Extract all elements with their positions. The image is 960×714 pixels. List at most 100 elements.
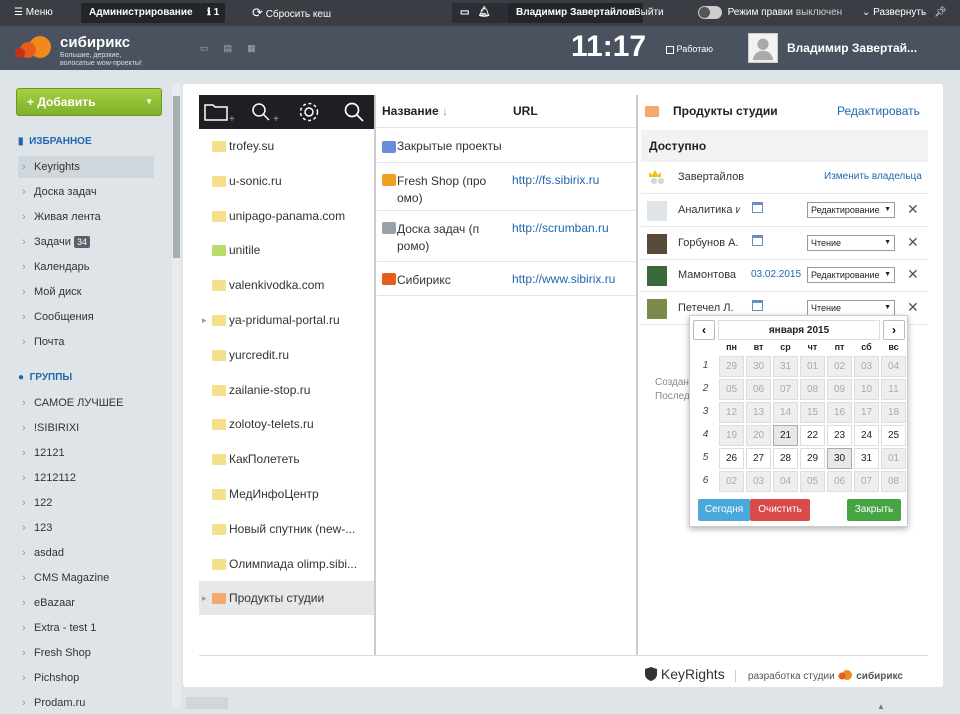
- sidebar-item[interactable]: Задачи34: [18, 231, 154, 253]
- next-month-button[interactable]: ›: [883, 320, 905, 340]
- file-name[interactable]: Сибирикс: [397, 272, 507, 289]
- day-cell[interactable]: 11: [881, 379, 906, 400]
- keyboard-icon[interactable]: ▦: [247, 43, 256, 53]
- day-cell[interactable]: 10: [854, 379, 879, 400]
- sidebar-group-item[interactable]: asdad: [18, 542, 154, 564]
- permission-select[interactable]: Редактирование: [807, 202, 895, 218]
- day-cell[interactable]: 08: [881, 471, 906, 492]
- folder-item[interactable]: ▸ Продукты студии: [199, 581, 374, 616]
- folder-item[interactable]: КакПолететь: [199, 442, 374, 476]
- folder-item[interactable]: valenkivodka.com: [199, 268, 374, 302]
- user-name[interactable]: Мамонтова Е: [678, 269, 740, 281]
- gear-icon[interactable]: [297, 100, 321, 124]
- folder-item[interactable]: zolotoy-telets.ru: [199, 407, 374, 441]
- sidebar-group-item[interactable]: Extra - test 1: [18, 617, 154, 639]
- day-cell[interactable]: 16: [827, 402, 852, 423]
- calendar-icon[interactable]: [752, 202, 763, 213]
- sidebar-group-item[interactable]: 122: [18, 492, 154, 514]
- scrollbar-thumb[interactable]: [173, 96, 180, 258]
- day-cell[interactable]: 31: [854, 448, 879, 469]
- scrollbar[interactable]: [172, 84, 181, 709]
- day-cell[interactable]: 29: [800, 448, 825, 469]
- book-icon[interactable]: ▤: [224, 43, 233, 53]
- day-cell[interactable]: 12: [719, 402, 744, 423]
- sidebar-group-item[interactable]: 1212112: [18, 467, 154, 489]
- calendar-icon[interactable]: [752, 234, 763, 246]
- expand-arrow-icon[interactable]: ▸: [202, 303, 207, 337]
- day-cell[interactable]: 07: [773, 379, 798, 400]
- file-row[interactable]: Закрытые проекты: [377, 128, 636, 163]
- sidebar-group-item[interactable]: eBazaar: [18, 592, 154, 614]
- folder-item[interactable]: МедИнфоЦентр: [199, 477, 374, 511]
- file-row[interactable]: Fresh Shop (про омо) http://fs.sibirix.ru: [377, 163, 636, 211]
- add-search-icon[interactable]: +: [249, 100, 283, 124]
- notifications-button[interactable]: ℹ 1: [201, 3, 226, 23]
- search-icon[interactable]: [342, 100, 366, 124]
- day-cell[interactable]: 31: [773, 356, 798, 377]
- folder-item[interactable]: unitile: [199, 233, 374, 267]
- day-cell[interactable]: 05: [719, 379, 744, 400]
- clear-cache-button[interactable]: ⟳ Сбросить кеш: [252, 0, 331, 26]
- sidebar-item[interactable]: Календарь: [18, 256, 154, 278]
- day-cell[interactable]: 13: [746, 402, 771, 423]
- edit-mode-toggle[interactable]: Режим правки выключен: [698, 0, 842, 26]
- file-row[interactable]: Доска задач (п ромо) http://scrumban.ru: [377, 211, 636, 262]
- day-cell[interactable]: 14: [773, 402, 798, 423]
- sidebar-item[interactable]: Сообщения: [18, 306, 154, 328]
- sidebar-group-item[interactable]: Pichshop: [18, 667, 154, 689]
- user-name[interactable]: Горбунов А.: [678, 237, 740, 249]
- close-icon[interactable]: ✕: [907, 201, 919, 218]
- user-name[interactable]: Петечел Л.: [678, 302, 740, 314]
- user-name[interactable]: Аналитика и: [678, 204, 740, 216]
- sidebar-group-item[interactable]: CMS Magazine: [18, 567, 154, 589]
- prev-month-button[interactable]: ‹: [693, 320, 715, 340]
- sidebar-group-item[interactable]: 12121: [18, 442, 154, 464]
- expand-button[interactable]: ⌄ Развернуть: [862, 0, 926, 26]
- sort-icon[interactable]: ↓: [442, 104, 448, 118]
- folder-item[interactable]: yurcredit.ru: [199, 338, 374, 372]
- day-cell[interactable]: 26: [719, 448, 744, 469]
- day-cell[interactable]: 30: [827, 448, 852, 469]
- day-cell[interactable]: 21: [773, 425, 798, 446]
- sidebar-group-item[interactable]: 123: [18, 517, 154, 539]
- work-status[interactable]: Работаю: [666, 44, 713, 54]
- close-icon[interactable]: ✕: [907, 299, 919, 316]
- col-url-header[interactable]: URL: [513, 104, 538, 118]
- user-button[interactable]: Владимир Завертайлов: [508, 3, 643, 23]
- file-url[interactable]: http://www.sibirix.ru: [512, 272, 615, 286]
- day-cell[interactable]: 15: [800, 402, 825, 423]
- calendar-icon[interactable]: [752, 299, 763, 311]
- chevron-down-icon[interactable]: ▼: [145, 89, 153, 115]
- day-cell[interactable]: 02: [719, 471, 744, 492]
- clear-button[interactable]: Очистить: [750, 499, 810, 521]
- folder-item[interactable]: Олимпиада olimp.sibi...: [199, 547, 374, 581]
- pin-icon[interactable]: 📌︎: [934, 0, 947, 26]
- day-cell[interactable]: 27: [746, 448, 771, 469]
- header-user-name[interactable]: Владимир Завертай...: [787, 41, 917, 55]
- file-row[interactable]: Сибирикс http://www.sibirix.ru: [377, 262, 636, 296]
- access-date[interactable]: 03.02.2015: [751, 269, 801, 280]
- avatar[interactable]: [748, 33, 778, 63]
- folder-item[interactable]: trofey.su: [199, 129, 374, 163]
- file-name[interactable]: Fresh Shop (про омо): [397, 173, 497, 207]
- toggle-switch[interactable]: [698, 5, 722, 19]
- day-cell[interactable]: 28: [773, 448, 798, 469]
- file-url[interactable]: http://fs.sibirix.ru: [512, 173, 599, 187]
- today-button[interactable]: Сегодня: [698, 499, 750, 521]
- day-cell[interactable]: 06: [827, 471, 852, 492]
- menu-button[interactable]: ☰ Меню: [14, 0, 53, 26]
- sidebar-item[interactable]: Мой диск: [18, 281, 154, 303]
- sidebar-group-item[interactable]: САМОЕ ЛУЧШЕЕ: [18, 392, 154, 414]
- scroll-up-icon[interactable]: ▲: [877, 702, 885, 711]
- bottom-tab[interactable]: [186, 697, 228, 709]
- folder-item[interactable]: zailanie-stop.ru: [199, 373, 374, 407]
- monitor-icon[interactable]: ▭: [200, 43, 209, 53]
- folder-item[interactable]: u-sonic.ru: [199, 164, 374, 198]
- chat-icon-button[interactable]: ▭ 🔔︎: [452, 3, 508, 23]
- month-label[interactable]: января 2015: [718, 320, 880, 340]
- permission-select[interactable]: Редактирование: [807, 267, 895, 283]
- col-name-header[interactable]: Название ↓: [382, 104, 448, 118]
- day-cell[interactable]: 03: [854, 356, 879, 377]
- day-cell[interactable]: 04: [881, 356, 906, 377]
- sidebar-group-item[interactable]: Prodam.ru: [18, 692, 154, 714]
